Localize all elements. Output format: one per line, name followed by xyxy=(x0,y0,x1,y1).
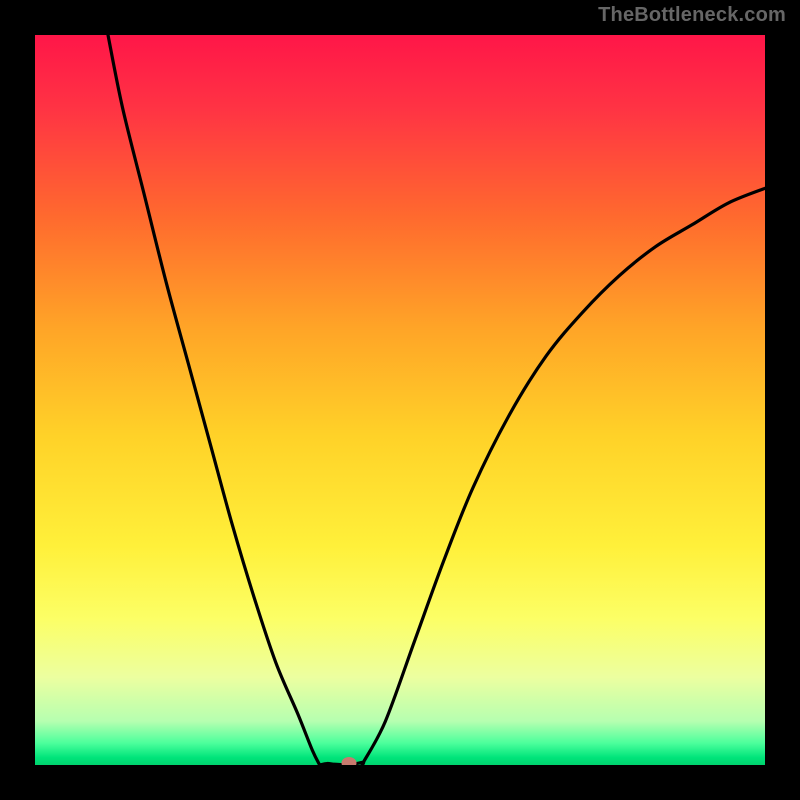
chart-container: TheBottleneck.com xyxy=(0,0,800,800)
bottleneck-curve xyxy=(108,35,765,765)
curve-svg xyxy=(35,35,765,765)
min-point-marker xyxy=(341,757,356,765)
plot-area xyxy=(35,35,765,765)
watermark-text: TheBottleneck.com xyxy=(598,4,786,27)
